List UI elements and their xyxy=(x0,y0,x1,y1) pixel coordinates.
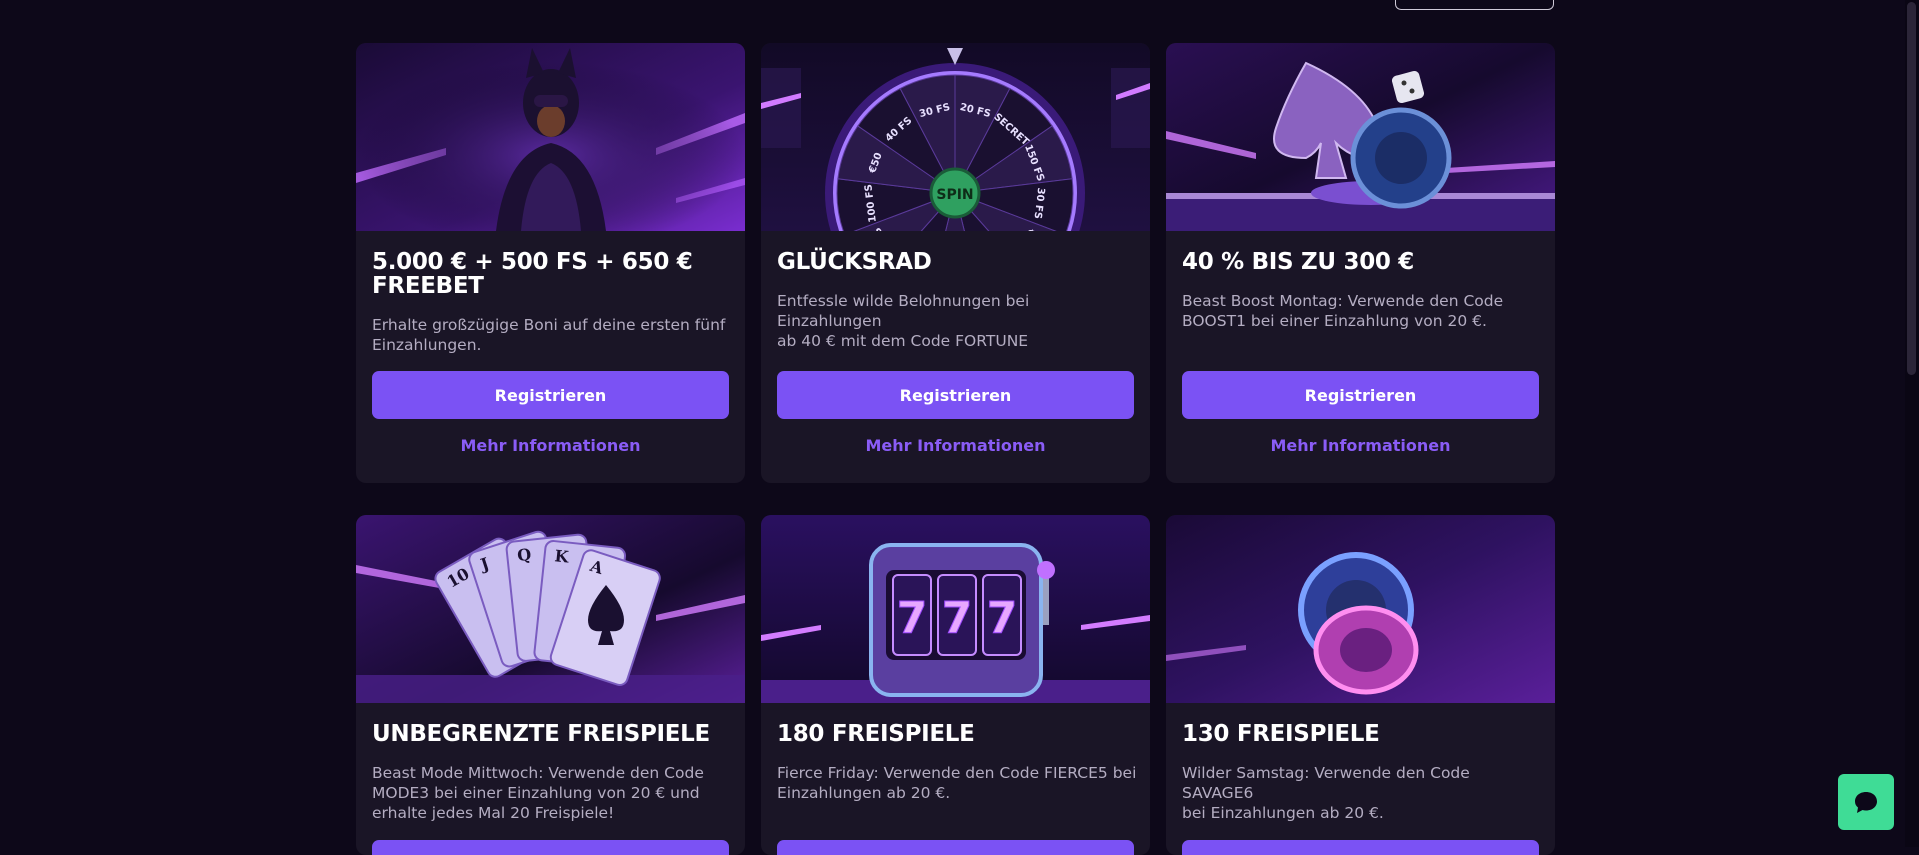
header-button[interactable] xyxy=(1395,0,1554,10)
promo-card-180-spins: 777 180 FREISPIELE Fierce Friday: Verwen… xyxy=(761,515,1150,855)
register-button[interactable]: Registrieren xyxy=(372,371,729,419)
card-rank-label: Q xyxy=(516,545,532,565)
fortune-wheel-image: 20 FSSECRET150 FS30 FS€10020 FS30 FS€500… xyxy=(761,43,1150,231)
chat-bubble-icon xyxy=(1855,792,1877,813)
register-button[interactable]: Registrieren xyxy=(777,840,1134,855)
card-description: Erhalte großzügige Boni auf deine ersten… xyxy=(372,316,726,354)
more-info-link[interactable]: Mehr Informationen xyxy=(372,436,729,455)
register-button[interactable]: Registrieren xyxy=(777,371,1134,419)
slot-symbol: 7 xyxy=(897,593,928,644)
promo-card-wheel: 20 FSSECRET150 FS30 FS€10020 FS30 FS€500… xyxy=(761,43,1150,483)
more-info-link[interactable]: Mehr Informationen xyxy=(777,436,1134,455)
casino-chips-image xyxy=(1166,515,1555,703)
scrollbar[interactable] xyxy=(1905,0,1919,847)
register-button[interactable]: Registrieren xyxy=(372,840,729,855)
card-description: Entfessle wilde Belohnungen bei Einzahlu… xyxy=(777,292,1030,350)
card-title: UNBEGRENZTE FREISPIELE xyxy=(372,721,710,747)
card-description: Beast Boost Montag: Verwende den Code BOO… xyxy=(1182,292,1504,330)
catwoman-image xyxy=(356,43,745,231)
header-partial-text xyxy=(400,0,448,2)
playing-cards-image: 10 J Q K A xyxy=(356,515,745,703)
card-description: Wilder Samstag: Verwende den Code SAVAGE… xyxy=(1182,764,1470,822)
card-title: 130 FREISPIELE xyxy=(1182,721,1380,747)
promo-card-boost: 40 % BIS ZU 300 € Beast Boost Montag: Ve… xyxy=(1166,43,1555,483)
register-button[interactable]: Registrieren xyxy=(1182,840,1539,855)
chat-button[interactable] xyxy=(1838,774,1894,830)
card-title: GLÜCKSRAD xyxy=(777,249,932,275)
card-description: Beast Mode Mittwoch: Verwende den Code MO… xyxy=(372,764,704,822)
slot-machine-image: 777 xyxy=(761,515,1150,703)
more-info-link[interactable]: Mehr Informationen xyxy=(1182,436,1539,455)
card-title: 5.000 € + 500 FS + 650 € FREEBET xyxy=(372,249,693,299)
card-title: 40 % BIS ZU 300 € xyxy=(1182,249,1415,275)
scrollbar-thumb[interactable] xyxy=(1907,2,1916,375)
card-description: Fierce Friday: Verwende den Code FIERCE5… xyxy=(777,764,1137,802)
register-button[interactable]: Registrieren xyxy=(1182,371,1539,419)
promo-card-welcome: 5.000 € + 500 FS + 650 € FREEBET Erhalte … xyxy=(356,43,745,483)
promo-card-unlimited: 10 J Q K A UNBEGRENZTE FREISPIELE Beast Mode… xyxy=(356,515,745,855)
slot-symbol: 7 xyxy=(987,593,1018,644)
wheel-center-label: SPIN xyxy=(936,187,973,203)
spade-chip-image xyxy=(1166,43,1555,231)
slot-symbol: 7 xyxy=(942,593,973,644)
promo-card-130-spins: 130 FREISPIELE Wilder Samstag: Verwende … xyxy=(1166,515,1555,855)
card-title: 180 FREISPIELE xyxy=(777,721,975,747)
